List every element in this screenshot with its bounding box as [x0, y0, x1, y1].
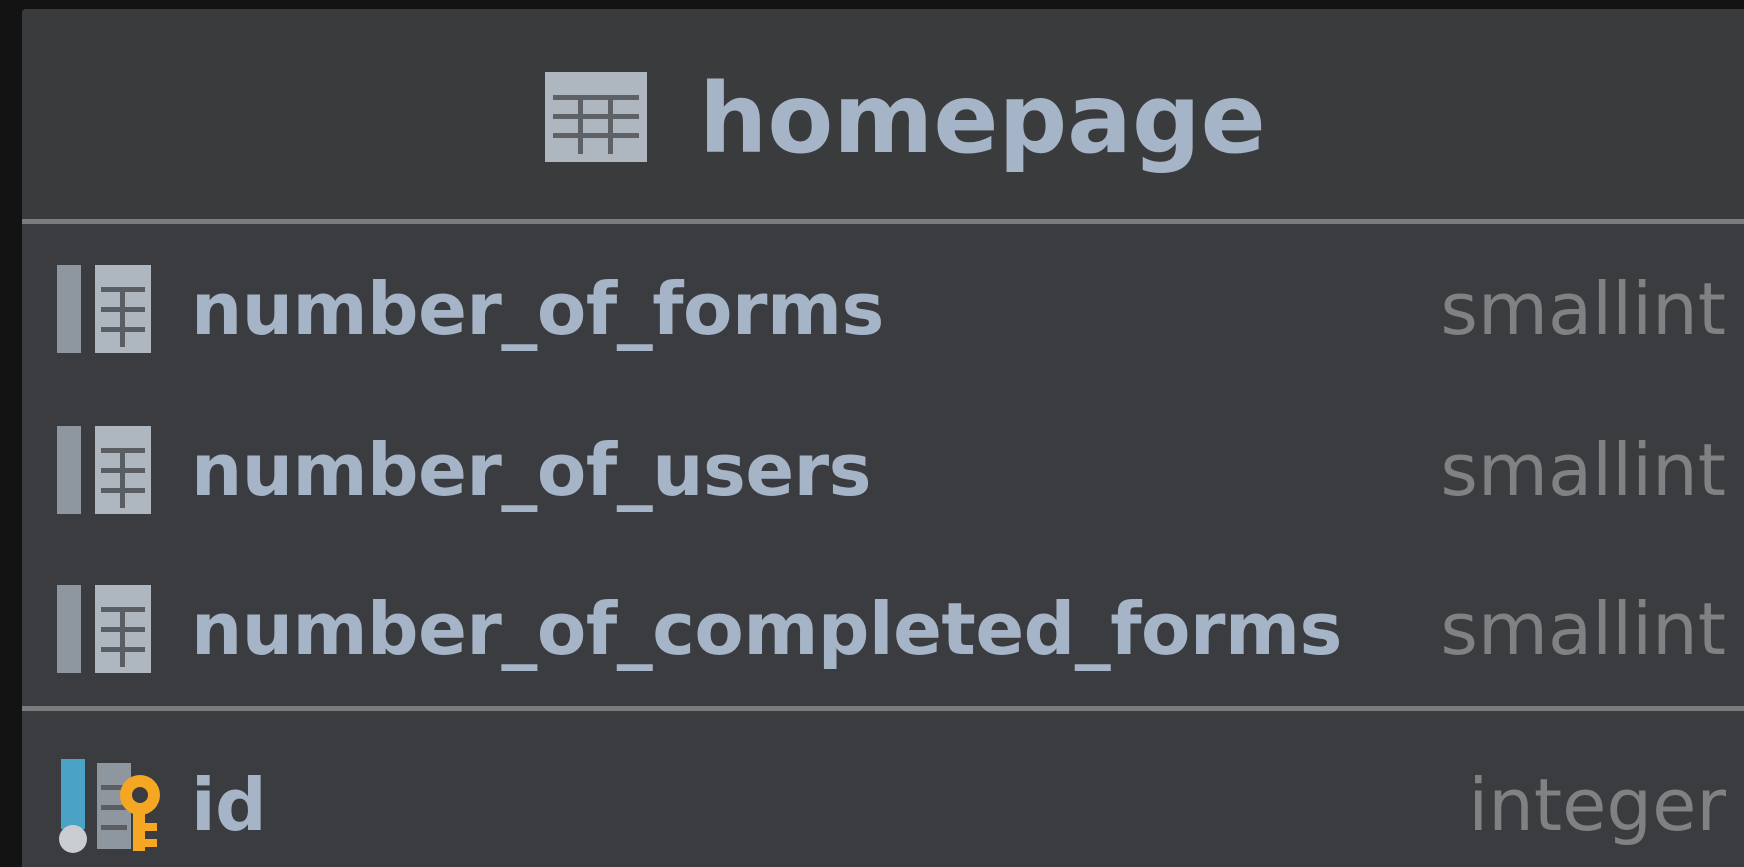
column-type: smallint: [1440, 428, 1726, 512]
column-row[interactable]: number_of_forms smallint: [22, 241, 1744, 391]
column-row[interactable]: number_of_completed_forms smallint: [22, 561, 1744, 711]
column-row[interactable]: number_of_users smallint: [22, 402, 1744, 552]
key-type: integer: [1468, 763, 1726, 847]
column-name: number_of_completed_forms: [191, 587, 1342, 671]
column-type: smallint: [1440, 267, 1726, 351]
column-icon: [57, 265, 151, 353]
key-name: id: [191, 763, 267, 847]
key-row[interactable]: id integer: [22, 737, 1744, 867]
column-icon: [57, 426, 151, 514]
table-header[interactable]: homepage: [22, 9, 1744, 219]
table-header-content: homepage: [545, 62, 1266, 172]
table-card[interactable]: homepage number_of_forms smallint number…: [22, 9, 1744, 867]
column-name: number_of_forms: [191, 267, 884, 351]
column-type: smallint: [1440, 587, 1726, 671]
column-icon: [57, 585, 151, 673]
key-divider: [22, 706, 1744, 711]
table-grid-icon: [545, 72, 647, 162]
header-divider: [22, 219, 1744, 224]
table-title: homepage: [699, 63, 1266, 175]
primary-key-icon: [59, 759, 160, 853]
column-name: number_of_users: [191, 428, 872, 512]
